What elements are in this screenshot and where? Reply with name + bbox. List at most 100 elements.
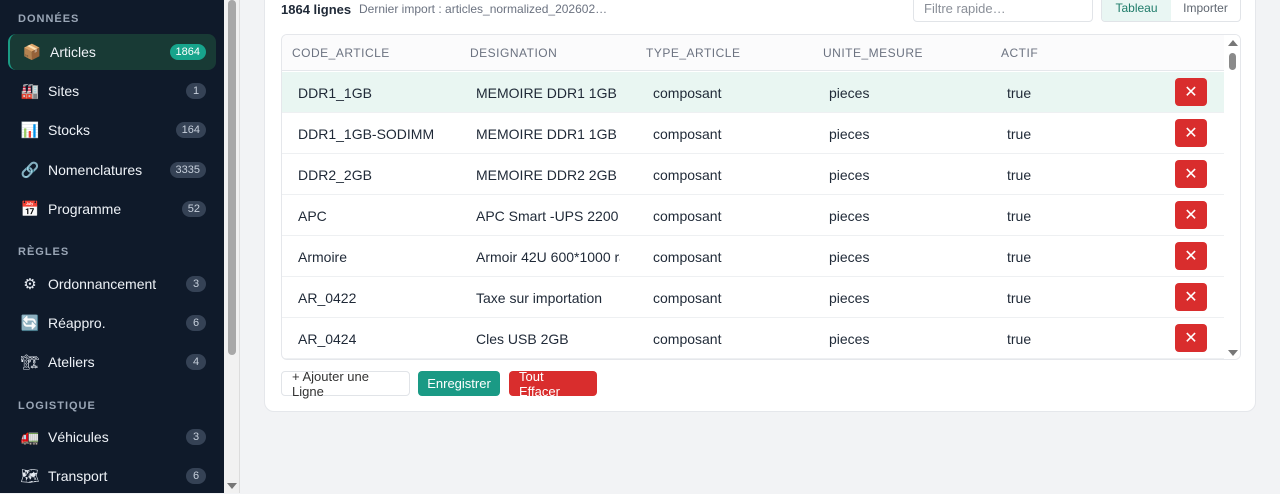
calendar-icon: 📅 <box>20 201 40 218</box>
cell-type-article[interactable]: composant <box>653 208 813 224</box>
cell-actif[interactable]: true <box>1007 290 1107 306</box>
sidebar-item-ordonnancement[interactable]: ⚙ Ordonnancement 3 <box>8 266 216 302</box>
delete-row-button[interactable]: ✕ <box>1175 160 1207 188</box>
delete-row-button[interactable]: ✕ <box>1175 283 1207 311</box>
delete-row-button[interactable]: ✕ <box>1175 201 1207 229</box>
sidebar-item-count: 164 <box>175 122 206 138</box>
cell-code-article[interactable]: APC <box>298 208 468 224</box>
cell-designation[interactable]: MEMOIRE DDR1 1GB <box>476 85 620 101</box>
column-header-code-article[interactable]: CODE_ARTICLE <box>292 46 390 60</box>
sidebar-item-label: Ordonnancement <box>48 276 157 292</box>
tab-tableau[interactable]: Tableau <box>1102 0 1171 21</box>
sidebar-item-stocks[interactable]: 📊 Stocks 164 <box>8 112 216 148</box>
cell-unite-mesure[interactable]: pieces <box>829 126 989 142</box>
cell-designation[interactable]: Taxe sur importation <box>476 290 620 306</box>
sidebar-item-articles[interactable]: 📦 Articles 1864 <box>8 34 216 70</box>
map-icon: 🗺 <box>20 468 40 485</box>
cell-type-article[interactable]: composant <box>653 249 813 265</box>
table-header: CODE_ARTICLE DESIGNATION TYPE_ARTICLE UN… <box>282 35 1240 71</box>
cell-code-article[interactable]: DDR2_2GB <box>298 167 468 183</box>
sidebar-item-vehicules[interactable]: 🚛 Véhicules 3 <box>8 419 216 455</box>
cell-unite-mesure[interactable]: pieces <box>829 85 989 101</box>
sidebar-section-regles: RÈGLES <box>18 246 70 258</box>
cell-actif[interactable]: true <box>1007 208 1107 224</box>
cell-designation[interactable]: Armoir 42U 600*1000 ra <box>476 249 620 265</box>
view-tabs: Tableau Importer <box>1101 0 1241 22</box>
sidebar-item-programme[interactable]: 📅 Programme 52 <box>8 191 216 227</box>
table-row[interactable]: Armoire Armoir 42U 600*1000 ra composant… <box>282 236 1224 277</box>
sidebar-scrollbar[interactable] <box>224 0 240 493</box>
scroll-down-arrow-icon[interactable] <box>1228 350 1238 356</box>
cell-actif[interactable]: true <box>1007 167 1107 183</box>
column-header-type-article[interactable]: TYPE_ARTICLE <box>646 46 740 60</box>
cell-unite-mesure[interactable]: pieces <box>829 208 989 224</box>
table-row[interactable]: AR_0424 Cles USB 2GB composant pieces tr… <box>282 318 1224 359</box>
cell-unite-mesure[interactable]: pieces <box>829 290 989 306</box>
table-row[interactable]: DDR1_1GB-SODIMM MEMOIRE DDR1 1GB S compo… <box>282 113 1224 154</box>
cell-code-article[interactable]: AR_0424 <box>298 331 468 347</box>
delete-row-button[interactable]: ✕ <box>1175 324 1207 352</box>
cell-unite-mesure[interactable]: pieces <box>829 331 989 347</box>
sidebar-item-count: 6 <box>186 468 206 484</box>
sidebar-item-count: 3 <box>186 276 206 292</box>
scroll-up-arrow-icon[interactable] <box>1228 40 1238 46</box>
scrollbar-thumb[interactable] <box>228 0 236 355</box>
clear-all-button[interactable]: Tout Effacer <box>509 369 597 399</box>
sidebar-item-sites[interactable]: 🏭 Sites 1 <box>8 73 216 109</box>
save-button[interactable]: Enregistrer <box>418 371 500 396</box>
cell-type-article[interactable]: composant <box>653 331 813 347</box>
gear-icon: ⚙ <box>23 276 37 293</box>
sidebar-item-count: 6 <box>186 315 206 331</box>
cell-type-article[interactable]: composant <box>653 167 813 183</box>
cell-type-article[interactable]: composant <box>653 126 813 142</box>
sidebar-item-label: Ateliers <box>48 354 95 370</box>
sidebar-item-label: Articles <box>50 44 96 60</box>
sidebar-item-label: Transport <box>48 468 108 484</box>
quick-filter-input[interactable] <box>913 0 1093 22</box>
cell-type-article[interactable]: composant <box>653 85 813 101</box>
sidebar-item-ateliers[interactable]: 🏗 Ateliers 4 <box>8 344 216 380</box>
cell-actif[interactable]: true <box>1007 85 1107 101</box>
scroll-down-arrow-icon[interactable] <box>227 483 237 489</box>
cell-designation[interactable]: MEMOIRE DDR2 2GB <box>476 167 620 183</box>
cell-designation[interactable]: APC Smart -UPS 2200 V <box>476 208 620 224</box>
tab-importer[interactable]: Importer <box>1171 0 1240 21</box>
cell-code-article[interactable]: AR_0422 <box>298 290 468 306</box>
table-row[interactable]: DDR1_1GB MEMOIRE DDR1 1GB composant piec… <box>282 72 1224 113</box>
delete-row-button[interactable]: ✕ <box>1175 242 1207 270</box>
cell-code-article[interactable]: Armoire <box>298 249 468 265</box>
sidebar-item-label: Stocks <box>48 122 91 138</box>
truck-icon: 🚛 <box>20 429 40 446</box>
table-scrollbar[interactable] <box>1224 35 1240 359</box>
cell-code-article[interactable]: DDR1_1GB <box>298 85 468 101</box>
column-header-designation[interactable]: DESIGNATION <box>470 46 557 60</box>
cell-actif[interactable]: true <box>1007 331 1107 347</box>
column-header-actif[interactable]: ACTIF <box>1001 46 1038 60</box>
cell-actif[interactable]: true <box>1007 126 1107 142</box>
sidebar-section-logistique: LOGISTIQUE <box>18 400 96 412</box>
table-row[interactable]: AR_0422 Taxe sur importation composant p… <box>282 277 1224 318</box>
cell-unite-mesure[interactable]: pieces <box>829 249 989 265</box>
sidebar-item-label: Réappro. <box>48 315 106 331</box>
construction-icon: 🏗 <box>20 354 40 371</box>
sidebar-item-nomenclatures[interactable]: 🔗 Nomenclatures 3335 <box>8 152 216 188</box>
delete-row-button[interactable]: ✕ <box>1175 119 1207 147</box>
cell-type-article[interactable]: composant <box>653 290 813 306</box>
sidebar-item-reappro[interactable]: 🔄 Réappro. 6 <box>8 305 216 341</box>
table-row[interactable]: APC APC Smart -UPS 2200 V composant piec… <box>282 195 1224 236</box>
table-row[interactable]: DDR2_2GB MEMOIRE DDR2 2GB composant piec… <box>282 154 1224 195</box>
sidebar-item-count: 52 <box>181 201 206 217</box>
sidebar-item-transport[interactable]: 🗺 Transport 6 <box>8 458 216 494</box>
column-header-unite-mesure[interactable]: UNITE_MESURE <box>823 46 923 60</box>
sidebar: DONNÉES 📦 Articles 1864 🏭 Sites 1 📊 Stoc… <box>0 0 224 493</box>
table-scrollbar-thumb[interactable] <box>1229 53 1236 70</box>
cell-code-article[interactable]: DDR1_1GB-SODIMM <box>298 126 468 142</box>
link-icon: 🔗 <box>20 162 40 179</box>
cell-designation[interactable]: MEMOIRE DDR1 1GB S <box>476 126 620 142</box>
cell-designation[interactable]: Cles USB 2GB <box>476 331 620 347</box>
line-count: 1864 lignes <box>281 2 352 17</box>
add-line-button[interactable]: + Ajouter une Ligne <box>281 369 410 399</box>
delete-row-button[interactable]: ✕ <box>1175 78 1207 106</box>
cell-unite-mesure[interactable]: pieces <box>829 167 989 183</box>
cell-actif[interactable]: true <box>1007 249 1107 265</box>
